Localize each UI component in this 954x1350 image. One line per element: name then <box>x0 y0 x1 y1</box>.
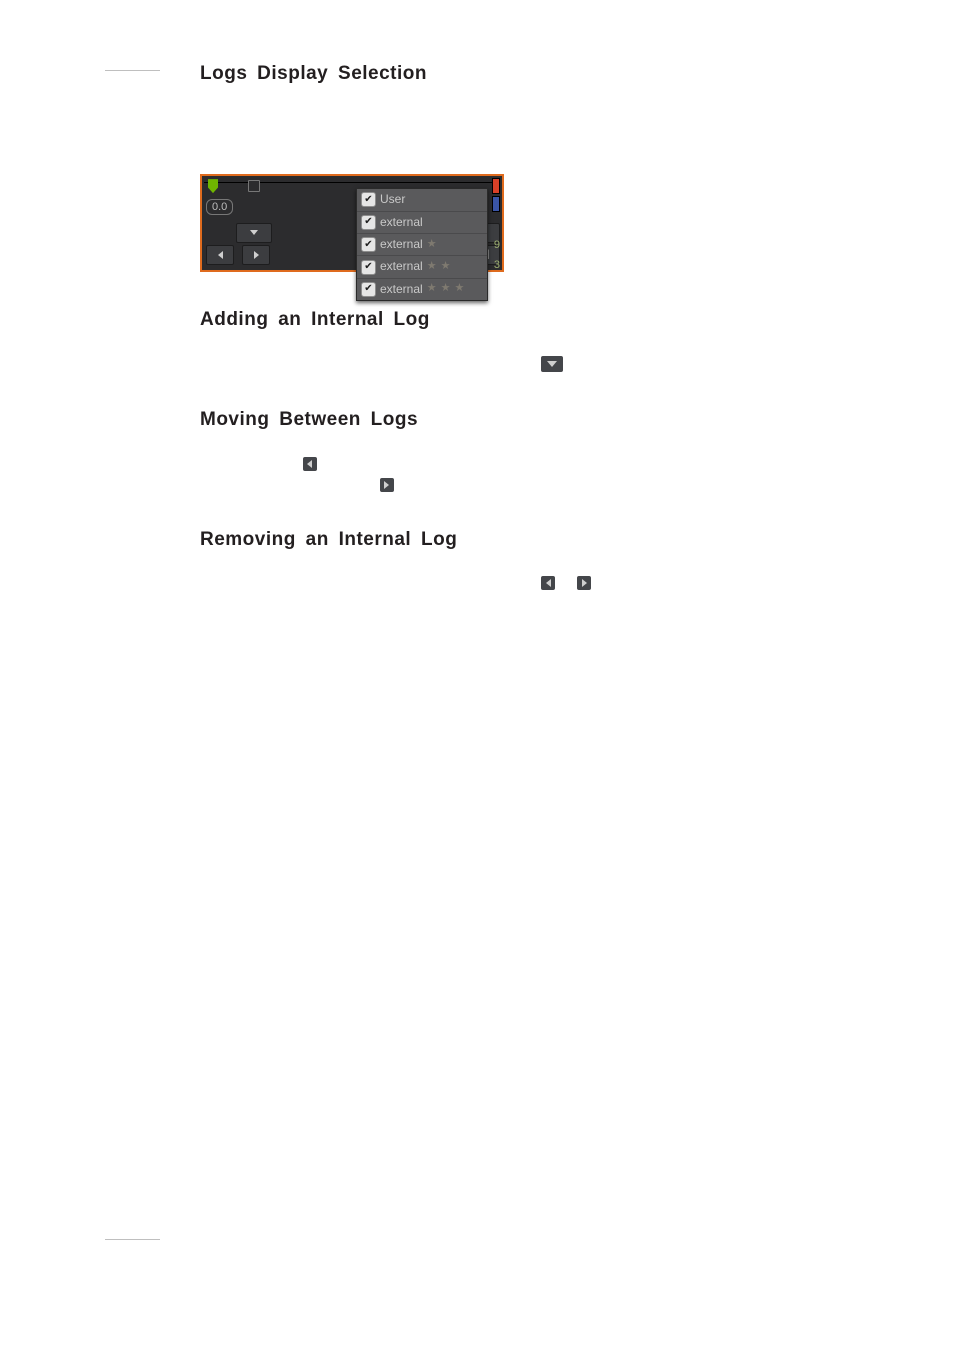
log-menu-item[interactable]: external ★ <box>357 233 487 255</box>
right-triangle-icon <box>577 576 591 590</box>
add-log-button[interactable] <box>236 223 272 243</box>
log-menu-label: external <box>380 281 423 298</box>
edge-digit: 9 <box>494 238 500 254</box>
header-rule <box>105 70 160 71</box>
footer-rule <box>105 1239 160 1240</box>
left-triangle-icon <box>303 457 317 471</box>
section-removing: Removing an Internal Log Remove internal… <box>200 526 760 611</box>
heading-moving: Moving Between Logs <box>200 406 760 434</box>
star-icon: ★ <box>427 237 437 253</box>
log-menu-item[interactable]: external <box>357 211 487 233</box>
para-moving: Move backward through the internal logs … <box>200 450 760 492</box>
playhead-marker-icon[interactable] <box>208 179 218 193</box>
checkbox-icon[interactable] <box>361 260 376 275</box>
text-fragment: Move backward <box>200 452 302 468</box>
text-fragment: button. <box>568 351 611 367</box>
next-log-button[interactable] <box>242 245 270 265</box>
checkbox-icon[interactable] <box>361 237 376 252</box>
heading-removing: Removing an Internal Log <box>200 526 760 554</box>
logs-display-ui: 0.0 [] <box>200 174 504 271</box>
text-fragment: Remove internal logs from the current ti… <box>200 571 540 587</box>
edge-digit: 3 <box>494 258 500 274</box>
star-icon: ★ <box>441 259 451 275</box>
section-moving: Moving Between Logs Move backward throug… <box>200 406 760 492</box>
section-adding: Adding an Internal Log Add an internal l… <box>200 306 760 373</box>
heading-adding: Adding an Internal Log <box>200 306 760 334</box>
prev-log-button[interactable] <box>206 245 234 265</box>
log-menu-item[interactable]: external ★ ★ ★ <box>357 278 487 300</box>
para-adding: Add an internal log to the current timin… <box>200 349 760 372</box>
checkbox-icon[interactable] <box>361 215 376 230</box>
color-swatch[interactable] <box>492 196 500 212</box>
down-triangle-icon <box>541 356 563 372</box>
star-icon: ★ <box>454 281 464 297</box>
star-icon: ★ <box>427 281 437 297</box>
color-swatch[interactable] <box>492 178 500 194</box>
star-icon: ★ <box>441 281 451 297</box>
text-fragment: or <box>560 571 576 587</box>
log-menu-label: external <box>380 258 423 275</box>
para-removing: Remove internal logs from the current ti… <box>200 569 760 610</box>
checkbox-icon[interactable] <box>361 192 376 207</box>
text-fragment: . <box>399 473 403 489</box>
time-value-chip[interactable]: 0.0 <box>206 199 233 215</box>
left-triangle-icon <box>541 576 555 590</box>
log-menu-label: User <box>380 191 405 208</box>
log-menu-label: external <box>380 214 423 231</box>
timeline-knob[interactable] <box>248 180 260 192</box>
log-menu-item[interactable]: external ★ ★ <box>357 255 487 277</box>
text-fragment: Add an internal log to the current timin… <box>200 351 540 367</box>
section-logs-display: Logs Display Selection Enable / disable … <box>200 60 760 272</box>
log-menu-label: external <box>380 236 423 253</box>
right-triangle-icon <box>380 478 394 492</box>
heading-logs-display: Logs Display Selection <box>200 60 760 88</box>
log-visibility-menu[interactable]: User external external ★ external ★ ★ <box>356 188 488 301</box>
log-menu-item[interactable]: User <box>357 189 487 210</box>
star-icon: ★ <box>427 259 437 275</box>
checkbox-icon[interactable] <box>361 282 376 297</box>
para-logs-display: Enable / disable the display of a specif… <box>200 104 760 145</box>
